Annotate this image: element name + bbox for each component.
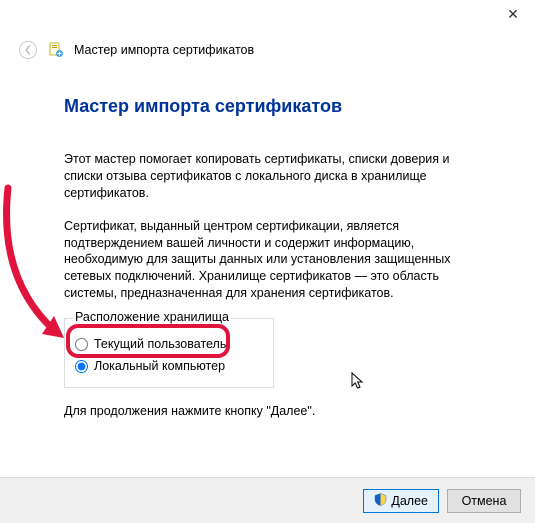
- store-location-group: Расположение хранилища Текущий пользоват…: [64, 318, 274, 388]
- wizard-header: Мастер импорта сертификатов: [0, 32, 535, 68]
- cancel-button[interactable]: Отмена: [447, 489, 521, 513]
- intro-paragraph-1: Этот мастер помогает копировать сертифик…: [64, 151, 471, 202]
- radio-local-machine-label: Локальный компьютер: [94, 359, 225, 373]
- shield-icon: [374, 493, 387, 509]
- intro-paragraph-2: Сертификат, выданный центром сертификаци…: [64, 218, 471, 302]
- next-button[interactable]: Далее: [363, 489, 439, 513]
- wizard-footer: Далее Отмена: [0, 477, 535, 523]
- radio-local-machine-input[interactable]: [75, 360, 88, 373]
- store-location-legend: Расположение хранилища: [73, 310, 231, 324]
- close-icon[interactable]: ✕: [499, 4, 527, 24]
- continue-instruction: Для продолжения нажмите кнопку "Далее".: [64, 404, 471, 418]
- radio-current-user[interactable]: Текущий пользователь: [75, 333, 263, 355]
- titlebar: ✕: [0, 0, 535, 32]
- next-button-label: Далее: [391, 494, 428, 508]
- wizard-header-title: Мастер импорта сертификатов: [74, 43, 254, 57]
- radio-local-machine[interactable]: Локальный компьютер: [75, 355, 263, 377]
- certificate-wizard-icon: [48, 42, 64, 58]
- radio-current-user-input[interactable]: [75, 338, 88, 351]
- back-arrow-icon: [18, 40, 38, 60]
- wizard-content: Мастер импорта сертификатов Этот мастер …: [0, 68, 535, 418]
- cancel-button-label: Отмена: [462, 494, 507, 508]
- radio-current-user-label: Текущий пользователь: [94, 337, 226, 351]
- page-title: Мастер импорта сертификатов: [64, 96, 471, 117]
